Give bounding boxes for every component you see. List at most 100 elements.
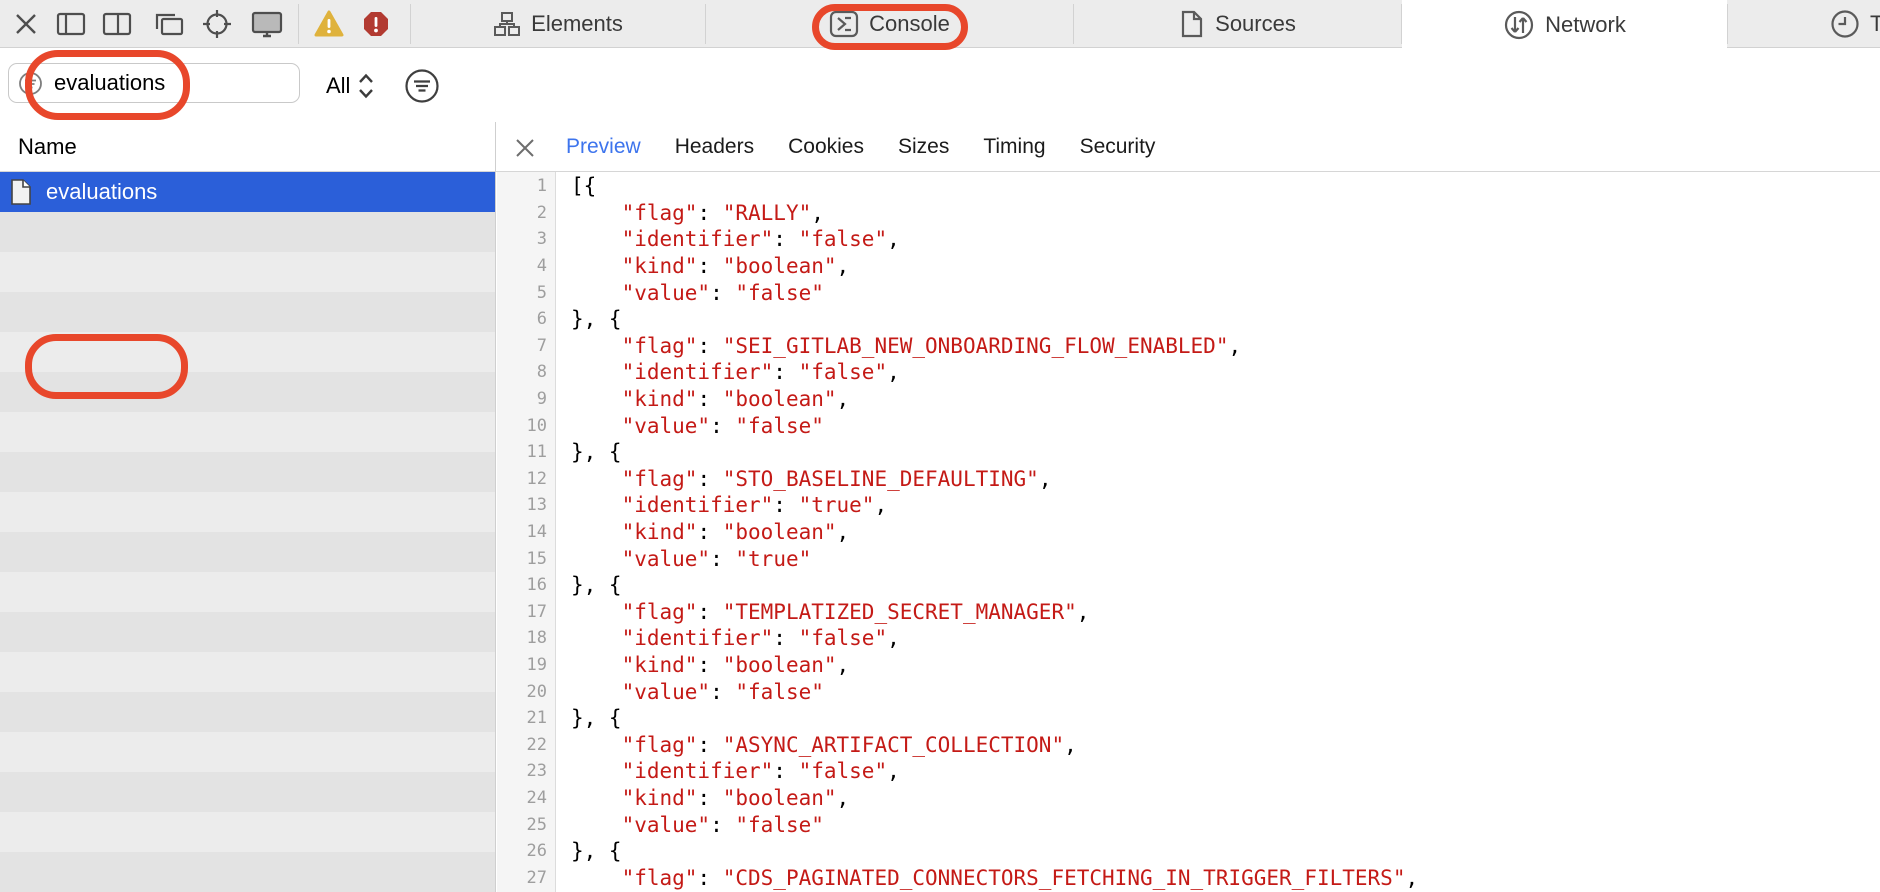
warnings-badge-icon[interactable]	[312, 0, 346, 48]
dock-side-icon[interactable]	[55, 0, 87, 48]
code-line: 17 "flag": "TEMPLATIZED_SECRET_MANAGER",	[497, 599, 1880, 626]
code-line: 16}, {	[497, 572, 1880, 599]
inspect-element-icon[interactable]	[200, 0, 234, 48]
detail-tab-timing[interactable]: Timing	[983, 135, 1045, 159]
line-number: 16	[497, 575, 556, 595]
console-icon	[829, 9, 859, 39]
line-number: 23	[497, 761, 556, 781]
search-input[interactable]: evaluations	[8, 63, 300, 103]
tab-label: Elements	[531, 11, 623, 37]
code-line: 2 "flag": "RALLY",	[497, 200, 1880, 227]
line-text: "flag": "ASYNC_ARTIFACT_COLLECTION",	[556, 733, 1077, 757]
code-line: 6}, {	[497, 306, 1880, 333]
code-line: 8 "identifier": "false",	[497, 359, 1880, 386]
line-text: "kind": "boolean",	[556, 786, 849, 810]
tab-network[interactable]: Network	[1402, 0, 1727, 49]
line-text: "identifier": "false",	[556, 227, 900, 251]
column-header-label: Name	[18, 134, 77, 160]
filter-lines-circle-icon	[404, 68, 440, 104]
undock-icon[interactable]	[150, 0, 188, 48]
tab-console[interactable]: Console	[706, 0, 1073, 48]
code-line: 9 "kind": "boolean",	[497, 386, 1880, 413]
line-text: "value": "false"	[556, 414, 824, 438]
network-filter-bar: evaluations All	[0, 49, 1880, 122]
line-number: 5	[497, 283, 556, 303]
close-inspector-button[interactable]	[11, 0, 41, 48]
code-line: 1[{	[497, 173, 1880, 200]
line-text: "flag": "RALLY",	[556, 201, 824, 225]
code-line: 11}, {	[497, 439, 1880, 466]
line-number: 22	[497, 735, 556, 755]
dock-split-icon[interactable]	[101, 0, 133, 48]
code-line: 18 "identifier": "false",	[497, 625, 1880, 652]
tab-timelines[interactable]: T	[1728, 0, 1880, 48]
line-number: 18	[497, 628, 556, 648]
code-line: 21}, {	[497, 705, 1880, 732]
detail-tab-cookies[interactable]: Cookies	[788, 135, 864, 159]
stepper-chevrons-icon	[358, 73, 374, 99]
requests-table: evaluations	[0, 172, 496, 892]
filter-options-button[interactable]	[404, 68, 440, 104]
line-number: 24	[497, 788, 556, 808]
detail-tab-preview[interactable]: Preview	[566, 135, 641, 159]
code-line: 20 "value": "false"	[497, 678, 1880, 705]
close-icon	[514, 137, 536, 159]
line-number: 27	[497, 868, 556, 888]
detail-tab-headers[interactable]: Headers	[675, 135, 754, 159]
line-text: "kind": "boolean",	[556, 520, 849, 544]
json-preview-code: 1[{2 "flag": "RALLY",3 "identifier": "fa…	[497, 173, 1880, 892]
empty-rows-zebra	[0, 212, 495, 892]
timelines-clock-icon	[1830, 9, 1860, 39]
sources-icon	[1179, 9, 1205, 39]
code-line: 24 "kind": "boolean",	[497, 785, 1880, 812]
line-number: 26	[497, 841, 556, 861]
line-text: "kind": "boolean",	[556, 653, 849, 677]
scope-label: All	[326, 73, 350, 99]
line-number: 6	[497, 309, 556, 329]
request-name: evaluations	[46, 179, 157, 205]
tab-label: Console	[869, 11, 950, 37]
line-text: }, {	[556, 307, 622, 331]
line-number: 7	[497, 336, 556, 356]
line-text: }, {	[556, 839, 622, 863]
tab-label: Network	[1545, 12, 1626, 38]
line-text: "value": "true"	[556, 547, 811, 571]
close-detail-button[interactable]	[512, 135, 538, 161]
line-number: 25	[497, 815, 556, 835]
line-number: 19	[497, 655, 556, 675]
line-text: "flag": "SEI_GITLAB_NEW_ONBOARDING_FLOW_…	[556, 334, 1241, 358]
errors-badge-icon[interactable]	[360, 0, 392, 48]
code-line: 19 "kind": "boolean",	[497, 652, 1880, 679]
code-line: 26}, {	[497, 838, 1880, 865]
line-number: 15	[497, 549, 556, 569]
tab-elements[interactable]: Elements	[411, 0, 705, 48]
code-line: 10 "value": "false"	[497, 412, 1880, 439]
code-line: 15 "value": "true"	[497, 545, 1880, 572]
request-row-evaluations[interactable]: evaluations	[0, 172, 495, 212]
line-number: 13	[497, 495, 556, 515]
code-line: 25 "value": "false"	[497, 811, 1880, 838]
line-number: 10	[497, 416, 556, 436]
document-icon	[10, 178, 32, 206]
code-line: 7 "flag": "SEI_GITLAB_NEW_ONBOARDING_FLO…	[497, 333, 1880, 360]
line-text: "flag": "CDS_PAGINATED_CONNECTORS_FETCHI…	[556, 866, 1418, 890]
line-text: "value": "false"	[556, 813, 824, 837]
line-text: "value": "false"	[556, 680, 824, 704]
detail-tab-security[interactable]: Security	[1080, 135, 1156, 159]
detail-tab-sizes[interactable]: Sizes	[898, 135, 949, 159]
line-text: }, {	[556, 573, 622, 597]
line-text: "identifier": "true",	[556, 493, 887, 517]
line-number: 1	[497, 176, 556, 196]
line-text: "identifier": "false",	[556, 360, 900, 384]
detail-tabs: Preview Headers Cookies Sizes Timing Sec…	[566, 122, 1155, 172]
network-icon	[1503, 9, 1535, 41]
scope-dropdown[interactable]: All	[326, 49, 374, 122]
line-number: 11	[497, 442, 556, 462]
code-line: 22 "flag": "ASYNC_ARTIFACT_COLLECTION",	[497, 731, 1880, 758]
line-number: 14	[497, 522, 556, 542]
column-header-name[interactable]: Name	[0, 122, 496, 172]
device-icon[interactable]	[249, 0, 285, 48]
line-text: "flag": "TEMPLATIZED_SECRET_MANAGER",	[556, 600, 1089, 624]
line-number: 9	[497, 389, 556, 409]
tab-sources[interactable]: Sources	[1074, 0, 1401, 48]
